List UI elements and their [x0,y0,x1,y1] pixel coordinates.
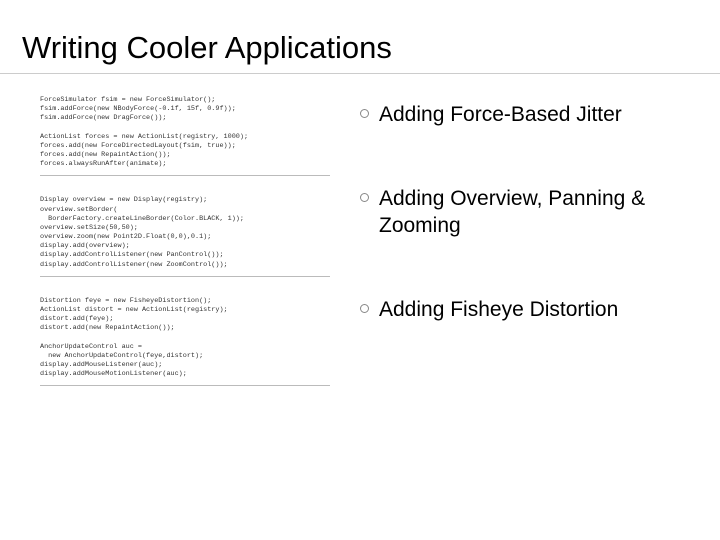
slide-title: Writing Cooler Applications [22,30,700,66]
bullet-text: Adding Overview, Panning & Zooming [379,186,700,239]
bullet-text: Adding Fisheye Distortion [379,297,618,323]
bullet-text: Adding Force-Based Jitter [379,102,622,128]
list-item: Adding Force-Based Jitter [360,102,700,128]
bullet-icon [360,304,369,313]
code-block: Distortion feye = new FisheyeDistortion(… [40,297,330,387]
list-item: Adding Fisheye Distortion [360,297,700,323]
code-block: ForceSimulator fsim = new ForceSimulator… [40,96,330,176]
bullet-column: Adding Force-Based Jitter Adding Overvie… [360,96,700,386]
title-underline [0,73,720,74]
code-text: Display overview = new Display(registry)… [40,196,330,269]
slide: Writing Cooler Applications ForceSimulat… [0,0,720,540]
code-text: ForceSimulator fsim = new ForceSimulator… [40,96,330,169]
bullet-icon [360,109,369,118]
list-item: Adding Overview, Panning & Zooming [360,186,700,239]
bullet-icon [360,193,369,202]
code-block: Display overview = new Display(registry)… [40,196,330,276]
slide-content: ForceSimulator fsim = new ForceSimulator… [20,96,700,386]
code-column: ForceSimulator fsim = new ForceSimulator… [20,96,330,386]
code-text: Distortion feye = new FisheyeDistortion(… [40,297,330,380]
